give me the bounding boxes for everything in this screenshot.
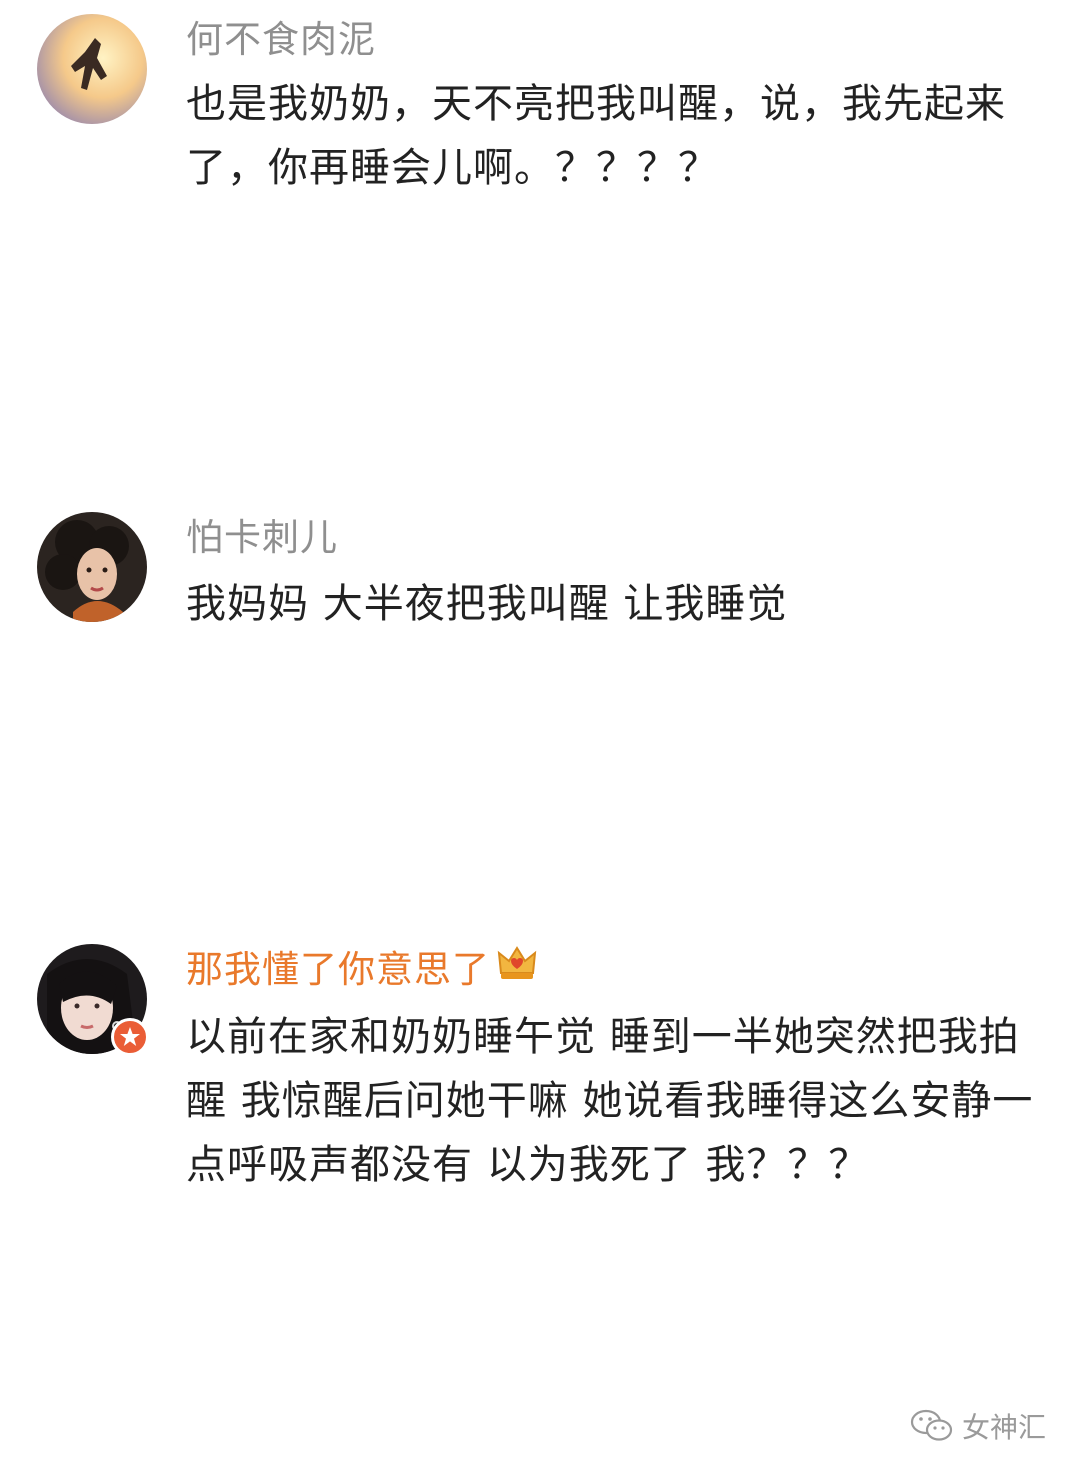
- username[interactable]: 那我懂了你意思了: [186, 943, 538, 995]
- username[interactable]: 怕卡刺儿: [186, 514, 338, 562]
- avatar-image: [37, 14, 147, 124]
- avatar[interactable]: [37, 14, 147, 124]
- comment-text: 以前在家和奶奶睡午觉 睡到一半她突然把我拍醒 我惊醒后问她干嘛 她说看我睡得这么…: [186, 1014, 1034, 1188]
- watermark-label: 女神汇: [961, 1411, 1046, 1444]
- comment-text: 我妈妈 大半夜把我叫醒 让我睡觉: [186, 581, 788, 627]
- avatar-image: [37, 512, 147, 622]
- verified-star-icon: [111, 1018, 149, 1056]
- avatar[interactable]: [37, 512, 147, 622]
- comment-text: 也是我奶奶，天不亮把我叫醒，说，我先起来了，你再睡会儿啊。？？？？: [186, 81, 1006, 191]
- crown-icon: [496, 943, 538, 995]
- wechat-icon: [910, 1409, 953, 1441]
- username-label: 那我懂了你意思了: [186, 948, 490, 991]
- username[interactable]: 何不食肉泥: [186, 16, 376, 64]
- watermark: 女神汇: [910, 1406, 1046, 1446]
